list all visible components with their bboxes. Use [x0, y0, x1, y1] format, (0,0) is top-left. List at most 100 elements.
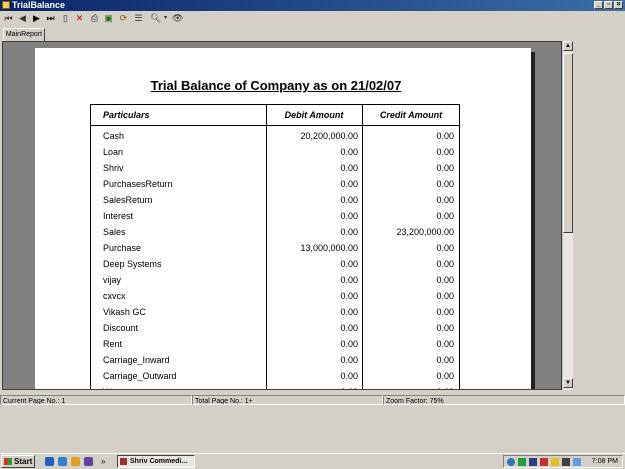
particular-cell: Deep Systems [103, 259, 162, 269]
credit-cell: 0.00 [362, 384, 454, 389]
particular-cell: Shriv [103, 163, 124, 173]
start-button[interactable]: Start [1, 455, 35, 468]
credit-cell: 0.00 [436, 243, 454, 253]
last-page-icon[interactable]: ⏭ [45, 13, 56, 24]
particular-cell: PurchasesReturn [103, 179, 173, 189]
table-row: Discount 0.00 0.00 [90, 320, 460, 336]
folder-icon[interactable] [71, 457, 80, 466]
taskbar: Start » Shriv Commedi... 7:08 PM [0, 453, 625, 469]
debit-cell: 20,200,000.00 [300, 131, 358, 141]
tray-icon[interactable] [540, 458, 548, 466]
particular-cell: Vikash GC [103, 307, 146, 317]
debit-cell: 0.00 [340, 339, 358, 349]
debit-cell: 0.00 [266, 384, 358, 389]
credit-cell: 0.00 [436, 355, 454, 365]
tray-icon[interactable] [573, 458, 581, 466]
refresh-icon[interactable]: ⟳ [118, 13, 129, 24]
particular-cell: Cash [103, 131, 125, 141]
scroll-down-button[interactable]: ▼ [563, 378, 573, 388]
scroll-up-button[interactable]: ▲ [563, 41, 573, 51]
report-title: Trial Balance of Company as on 21/02/07 [150, 78, 402, 93]
tray-icon[interactable] [529, 458, 537, 466]
table-row: vijay 0.00 0.00 [90, 272, 460, 288]
minimize-button[interactable]: _ [594, 1, 603, 9]
close-view-icon[interactable]: ✕ [74, 13, 85, 24]
search-icon[interactable]: 👁︎ [172, 13, 183, 24]
debit-cell: 0.00 [340, 355, 358, 365]
table-row: Cash 20,200,000.00 0.00 [90, 128, 460, 144]
debit-cell: 0.00 [340, 211, 358, 221]
credit-cell: 0.00 [436, 371, 454, 381]
credit-cell: 0.00 [436, 275, 454, 285]
windows-logo-icon [4, 458, 12, 465]
current-page-status: Current Page No.: 1 [0, 395, 192, 405]
export-icon[interactable]: ▣ [103, 13, 114, 24]
debit-cell: 0.00 [340, 259, 358, 269]
column-header-debit: Debit Amount [266, 104, 362, 126]
credit-cell: 0.00 [436, 323, 454, 333]
first-page-icon[interactable]: ⏮ [3, 13, 14, 24]
report-viewport: Trial Balance of Company as on 21/02/07 … [2, 41, 562, 390]
next-page-icon[interactable]: ▶ [31, 13, 42, 24]
vertical-scrollbar[interactable]: ▲ ▼ [562, 41, 573, 390]
title-bar: TrialBalance _ ▫ × [0, 0, 625, 11]
credit-cell: 23,200,000.00 [396, 227, 454, 237]
status-bar: Current Page No.: 1 Total Page No.: 1+ Z… [0, 395, 625, 406]
particular-cell: vijay [103, 275, 122, 285]
debit-cell: 0.00 [340, 147, 358, 157]
scroll-thumb[interactable] [563, 53, 573, 233]
credit-cell: 0.00 [436, 211, 454, 221]
volume-icon[interactable] [562, 458, 570, 466]
particular-cell: Discount [103, 323, 139, 333]
network-icon[interactable] [507, 458, 515, 466]
goto-page-icon[interactable]: ▯ [60, 13, 71, 24]
table-row: Purchase 13,000,000.00 0.00 [90, 240, 460, 256]
particular-cell: Interest [103, 211, 134, 221]
particular-cell: Carriage_Outward [103, 371, 177, 381]
credit-cell: 0.00 [436, 195, 454, 205]
zoom-dropdown-icon[interactable]: ▾ [160, 13, 171, 24]
window-title: TrialBalance [12, 0, 66, 10]
table-row: Carriage_Outward 0.00 0.00 [90, 368, 460, 384]
print-icon[interactable]: ⎙ [89, 13, 100, 24]
debit-cell: 13,000,000.00 [300, 243, 358, 253]
close-button[interactable]: × [614, 1, 623, 9]
report-page: Trial Balance of Company as on 21/02/07 … [35, 48, 531, 389]
debit-cell: 0.00 [340, 307, 358, 317]
previous-page-icon[interactable]: ◀ [17, 13, 28, 24]
tray-icon[interactable] [551, 458, 559, 466]
table-row: PurchasesReturn 0.00 0.00 [90, 176, 460, 192]
table-row: SalesReturn 0.00 0.00 [90, 192, 460, 208]
table-row: Deep Systems 0.00 0.00 [90, 256, 460, 272]
group-tree-icon[interactable]: ☰ [133, 13, 144, 24]
start-label: Start [14, 457, 33, 466]
app-icon [2, 1, 10, 9]
credit-cell: 0.00 [436, 307, 454, 317]
report-toolbar: ⏮ ◀ ▶ ⏭ ▯ ✕ ⎙ ▣ ⟳ ☰ 🔍︎ ▾ 👁︎ [0, 11, 625, 27]
table-row: Wages 0.00 0.00 [90, 384, 460, 389]
table-row: Rent 0.00 0.00 [90, 336, 460, 352]
debit-cell: 0.00 [340, 371, 358, 381]
task-shriv-commedia[interactable]: Shriv Commedi... [117, 455, 195, 468]
debit-cell: 0.00 [340, 179, 358, 189]
zoom-status: Zoom Factor: 75% [383, 395, 625, 405]
table-row: Carriage_Inward 0.00 0.00 [90, 352, 460, 368]
tray-icon[interactable] [518, 458, 526, 466]
app-icon [120, 458, 127, 465]
particular-cell: Sales [103, 227, 126, 237]
credit-cell: 0.00 [436, 339, 454, 349]
maximize-button[interactable]: ▫ [604, 1, 613, 9]
particular-cell: Loan [103, 147, 124, 157]
ie-icon[interactable] [45, 457, 54, 466]
desktop-icon[interactable] [58, 457, 67, 466]
media-icon[interactable] [84, 457, 93, 466]
debit-cell: 0.00 [340, 227, 358, 237]
particular-cell: Rent [103, 339, 123, 349]
tab-main-report[interactable]: MainReport [3, 28, 45, 42]
credit-cell: 0.00 [436, 147, 454, 157]
chevron-right-icon[interactable]: » [101, 457, 110, 466]
debit-cell: 0.00 [340, 323, 358, 333]
table-row: Shriv 0.00 0.00 [90, 160, 460, 176]
debit-cell: 0.00 [340, 291, 358, 301]
table-row: Sales 0.00 23,200,000.00 [90, 224, 460, 240]
